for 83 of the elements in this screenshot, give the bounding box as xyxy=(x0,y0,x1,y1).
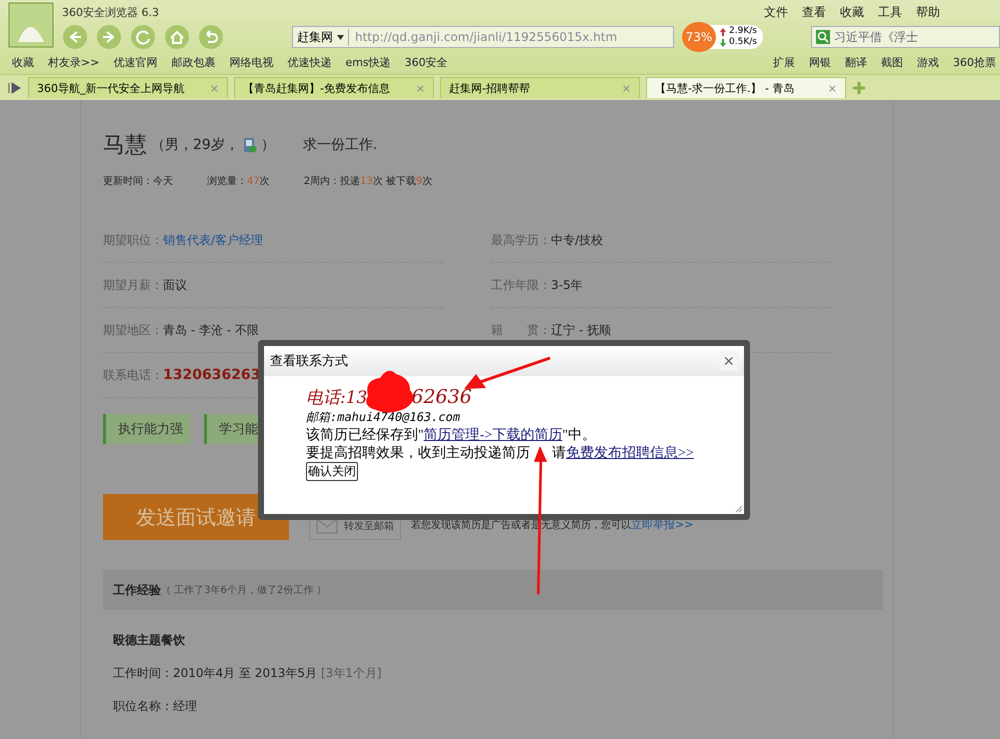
address-bar[interactable]: 赶集网 http://qd.ganji.com/jianli/1192556015x.htm xyxy=(292,26,674,48)
menu-item[interactable]: 帮助 xyxy=(916,4,940,21)
new-tab-icon xyxy=(852,80,866,95)
section-note: （ 工作了3年6个月，做了2份工作 ） xyxy=(161,584,326,597)
contact-phone: 电话:13 xyxy=(306,387,368,409)
menu-item[interactable]: 工具 xyxy=(878,4,902,21)
phone-verified-icon xyxy=(242,137,257,153)
browser-tab[interactable]: 【马慧-求一份工作.】 - 青岛 × xyxy=(646,77,846,98)
promo-text: 请 xyxy=(552,444,566,462)
field-label: 工作年限： xyxy=(491,276,551,294)
menu-item[interactable]: 查看 xyxy=(802,4,826,21)
resume-manager-link[interactable]: 简历管理->下载的简历 xyxy=(424,428,562,443)
saved-notice: 该简历已经保存到"简历管理->下载的简历"中。 xyxy=(306,426,596,444)
field-value: 中专/技校 xyxy=(551,232,604,248)
menu-item[interactable]: 收藏 xyxy=(840,4,864,21)
search-field[interactable]: 习近平借《浮士 xyxy=(810,26,1000,48)
field-value: 3-5年 xyxy=(551,276,583,294)
confirm-close-button[interactable]: 确认关闭 xyxy=(306,462,358,481)
up-arrow-icon xyxy=(720,28,726,36)
toolbar-item[interactable]: 扩展 xyxy=(773,54,795,70)
browser-tab[interactable]: 赶集网-招聘帮帮 × xyxy=(440,77,640,98)
work-period: 工作时间：2010年4月 至 2013年5月 xyxy=(113,666,317,680)
contact-email: 邮箱:mahui4740@163.com xyxy=(306,409,460,426)
url-text: http://qd.ganji.com/jianli/1192556015x.htm xyxy=(354,30,618,44)
field-label: 联系电话： xyxy=(103,366,163,384)
field-value: 面议 xyxy=(163,276,187,294)
bookmark-item[interactable]: 邮政包裹 xyxy=(171,54,216,70)
section-title: 工作经验 xyxy=(113,582,161,598)
post-job-link[interactable]: 免费发布招聘信息>> xyxy=(566,444,694,462)
bookmark-item[interactable]: ems快递 xyxy=(345,54,391,70)
work-duration: [3年1个月] xyxy=(320,666,382,680)
bookmark-item[interactable]: 优速快递 xyxy=(287,54,332,70)
bookmark-item[interactable]: 收藏 xyxy=(12,54,34,70)
dialog-title: 查看联系方式 xyxy=(270,353,348,370)
toolbar-item[interactable]: 游戏 xyxy=(917,54,939,70)
contact-phone: 62636 xyxy=(411,386,472,409)
bookmark-item[interactable]: 网络电视 xyxy=(229,54,274,70)
candidate-details: ） xyxy=(260,136,275,154)
job-title: 职位名称：经理 xyxy=(112,698,198,715)
resume-headline: 求一份工作. xyxy=(302,136,378,154)
app-logo-icon xyxy=(8,2,54,48)
bookmark-item[interactable]: 村友录>> xyxy=(48,54,100,70)
down-arrow-icon xyxy=(720,38,726,47)
field-label: 期望职位： xyxy=(103,232,163,248)
window-title: 360安全浏览器 6.3 xyxy=(62,4,159,20)
browser-tab[interactable]: 【青岛赶集网】-免费发布信息 × xyxy=(234,77,434,98)
home-icon[interactable] xyxy=(164,24,190,50)
toolbar-item[interactable]: 360抢票 xyxy=(953,54,996,70)
resize-grip-icon xyxy=(735,505,743,513)
forward-icon[interactable] xyxy=(96,24,122,50)
search-icon xyxy=(816,30,830,44)
field-label: 期望地区： xyxy=(103,322,163,338)
download-speed: 0.5K/s xyxy=(729,37,757,48)
field-value: 辽宁 - 抚顺 xyxy=(551,322,611,338)
toolbar-item[interactable]: 翻译 xyxy=(845,54,867,70)
caret-icon xyxy=(337,34,344,40)
field-label: 最高学历： xyxy=(491,232,551,248)
toolbar-item[interactable]: 截图 xyxy=(881,54,903,70)
browser-tab[interactable]: 360导航_新一代安全上网导航 × xyxy=(28,77,228,98)
upload-speed: 2.9K/s xyxy=(729,26,757,37)
menu-item[interactable]: 文件 xyxy=(764,4,788,21)
field-label: 籍 贯： xyxy=(491,322,551,338)
resume-stat: 更新时间：今天 xyxy=(103,174,173,188)
search-text: 习近平借《浮士 xyxy=(834,28,918,46)
company-name: 殴德主题餐饮 xyxy=(112,632,186,649)
field-value: 青岛 - 李沧 - 不限 xyxy=(163,322,259,338)
back-icon[interactable] xyxy=(62,24,88,50)
candidate-name: 马慧 xyxy=(103,132,147,160)
bookmark-item[interactable]: 360安全 xyxy=(404,54,448,70)
refresh-icon[interactable] xyxy=(130,24,156,50)
toolbar-item[interactable]: 网银 xyxy=(809,54,831,70)
close-button[interactable]: × xyxy=(719,351,738,371)
site-dropdown[interactable]: 赶集网 xyxy=(293,28,349,46)
candidate-details: （男，29岁， xyxy=(151,136,239,154)
promo-text: 要提高招聘效果，收到主动投递简历 xyxy=(306,444,530,462)
sidebar-toggle-icon xyxy=(8,82,22,94)
field-label: 期望月薪： xyxy=(103,276,163,294)
phone-number: 1320636263 xyxy=(163,367,260,383)
bookmark-item[interactable]: 优速官网 xyxy=(113,54,158,70)
undo-icon[interactable] xyxy=(198,24,224,50)
resume-stat: 2周内：投递13次 被下载9次 xyxy=(304,174,432,188)
resume-stat: 浏览量：47次 xyxy=(207,174,270,188)
skill-tag: 执行能力强 xyxy=(103,414,190,444)
